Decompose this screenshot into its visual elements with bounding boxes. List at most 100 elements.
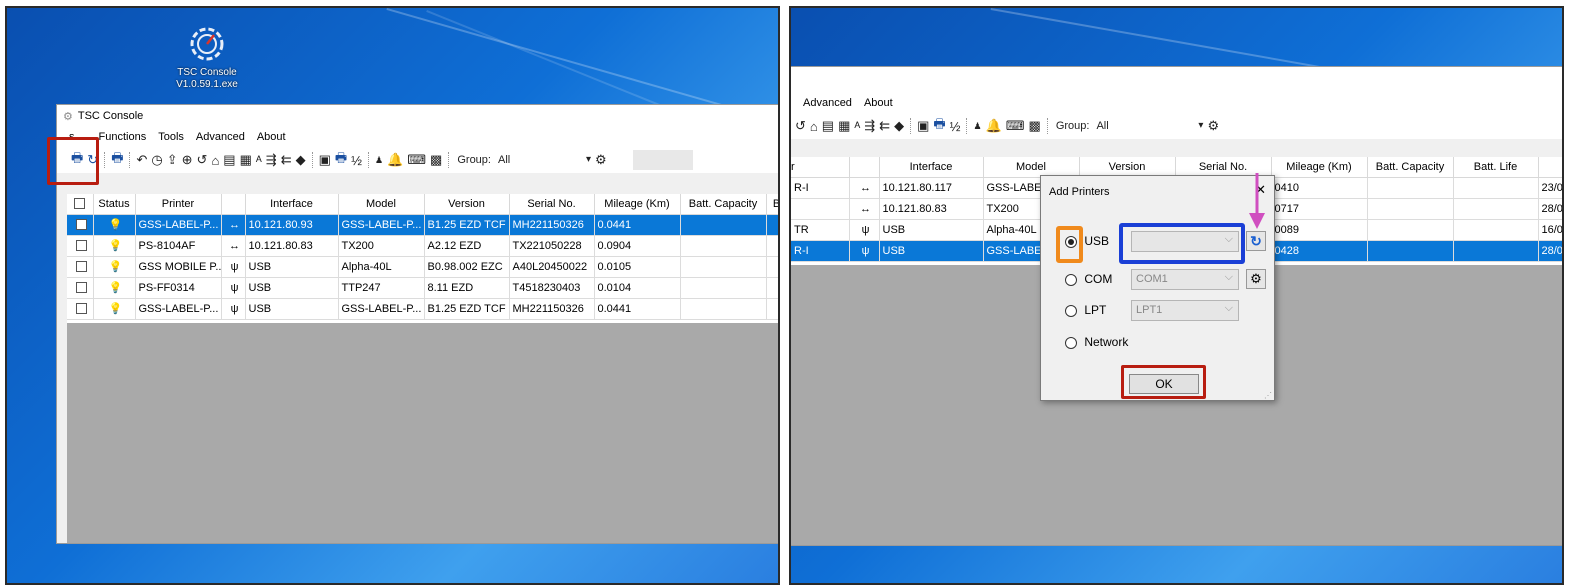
print-icon[interactable]: 🖶 bbox=[335, 149, 347, 171]
table-row[interactable]: 💡 PS-FF0314 ψ USB TTP247 8.11 EZD T45182… bbox=[67, 277, 778, 299]
usb-interface-icon: ψ bbox=[221, 298, 246, 320]
outdent-icon[interactable]: ⇇ bbox=[879, 118, 890, 134]
menu-item-tools[interactable]: Tools bbox=[158, 131, 184, 143]
refresh-ports-button[interactable]: ↻ bbox=[1246, 231, 1266, 251]
terminal-icon[interactable]: ▣ bbox=[319, 152, 331, 168]
empty-list-area bbox=[67, 323, 778, 543]
font-icon[interactable]: ᴬ bbox=[854, 119, 860, 134]
select-all-checkbox[interactable] bbox=[67, 194, 94, 215]
column-header-truncated[interactable]: B bbox=[766, 194, 778, 215]
bell-icon[interactable]: 🔔 bbox=[986, 118, 1002, 134]
font-icon[interactable]: ᴬ bbox=[256, 153, 262, 168]
rotate-icon[interactable]: ↺ bbox=[795, 118, 806, 134]
column-header-printer[interactable]: Printer bbox=[135, 194, 222, 215]
printer-settings-icon[interactable]: 🖶 bbox=[111, 149, 123, 171]
tsc-console-window: ⚙ TSC Console s Functions Tools Advanced… bbox=[56, 104, 778, 544]
column-header-interface-icon[interactable] bbox=[849, 157, 880, 178]
column-header-extra[interactable] bbox=[1538, 157, 1562, 178]
column-header-truncated[interactable]: r bbox=[791, 157, 850, 178]
chip-icon[interactable]: ▩ bbox=[1029, 118, 1041, 134]
row-checkbox[interactable] bbox=[67, 214, 94, 236]
document-icon[interactable]: ▤ bbox=[223, 152, 235, 168]
network-radio[interactable] bbox=[1065, 336, 1077, 349]
row-checkbox[interactable] bbox=[67, 298, 94, 320]
undo-icon[interactable]: ↶ bbox=[136, 152, 147, 168]
menu-item-about[interactable]: About bbox=[257, 131, 286, 143]
column-header-version[interactable]: Version bbox=[1079, 157, 1176, 178]
lpt-radio[interactable] bbox=[1065, 304, 1077, 317]
home-icon[interactable]: ⌂ bbox=[211, 153, 219, 168]
column-header-batt-capacity[interactable]: Batt. Capacity bbox=[1367, 157, 1454, 178]
menu-item-advanced[interactable]: Advanced bbox=[803, 97, 852, 109]
fraction-icon[interactable]: ½ bbox=[351, 153, 362, 168]
menu-item-functions[interactable]: Functions bbox=[99, 131, 147, 143]
column-header-model[interactable]: Model bbox=[983, 157, 1080, 178]
column-header-interface[interactable]: Interface bbox=[245, 194, 339, 215]
toolbar-separator bbox=[966, 118, 968, 134]
usb-radio-label: USB bbox=[1084, 234, 1110, 248]
fraction-icon[interactable]: ½ bbox=[950, 119, 961, 134]
group-select[interactable]: All bbox=[1093, 117, 1205, 135]
column-header-model[interactable]: Model bbox=[338, 194, 425, 215]
diamond-icon[interactable]: ◆ bbox=[894, 118, 904, 134]
column-header-status[interactable]: Status bbox=[93, 194, 136, 215]
column-header-batt-life[interactable]: Batt. Life bbox=[1453, 157, 1539, 178]
column-header-serial[interactable]: Serial No. bbox=[509, 194, 595, 215]
gear-icon: ⚙ bbox=[1250, 271, 1262, 286]
print-icon[interactable]: 🖶 bbox=[933, 115, 945, 137]
indent-icon[interactable]: ⇶ bbox=[864, 118, 875, 134]
table-row[interactable]: 💡 GSS MOBILE P... ψ USB Alpha-40L B0.98.… bbox=[67, 256, 778, 278]
person-icon[interactable]: ♟ bbox=[973, 121, 981, 132]
keyboard-icon[interactable]: ⌨ bbox=[407, 152, 426, 168]
document-icon[interactable]: ▤ bbox=[822, 118, 834, 134]
crosshair-icon[interactable]: ⊕ bbox=[182, 152, 193, 168]
cell-version: B0.98.002 EZC bbox=[424, 256, 510, 278]
indent-icon[interactable]: ⇶ bbox=[266, 152, 277, 168]
com-port-select[interactable]: COM1 bbox=[1131, 268, 1239, 290]
lpt-port-select[interactable]: LPT1 bbox=[1131, 299, 1239, 321]
list-icon[interactable]: ▦ bbox=[838, 118, 850, 134]
column-header-version[interactable]: Version bbox=[424, 194, 510, 215]
keyboard-icon[interactable]: ⌨ bbox=[1006, 118, 1025, 134]
cell-interface: USB bbox=[879, 219, 984, 241]
terminal-icon[interactable]: ▣ bbox=[917, 118, 929, 134]
diamond-icon[interactable]: ◆ bbox=[296, 152, 306, 168]
table-row[interactable]: 💡 GSS-LABEL-P... ↔ 10.121.80.93 GSS-LABE… bbox=[67, 214, 778, 236]
cell-version: A2.12 EZD bbox=[424, 235, 510, 257]
upload-icon[interactable]: ⇪ bbox=[167, 152, 178, 168]
lpt-radio-option[interactable]: LPT bbox=[1065, 303, 1106, 317]
group-select[interactable]: All bbox=[495, 151, 593, 169]
row-checkbox[interactable] bbox=[67, 256, 94, 278]
chip-icon[interactable]: ▩ bbox=[430, 152, 442, 168]
bell-icon[interactable]: 🔔 bbox=[387, 152, 403, 168]
group-settings-gear-icon[interactable]: ⚙ bbox=[595, 152, 607, 168]
menu-item-about[interactable]: About bbox=[864, 97, 893, 109]
desktop-icon-tsc-console[interactable]: TSC Console V1.0.59.1.exe bbox=[157, 24, 257, 91]
printer-list-area: Status Printer Interface Model Version S… bbox=[67, 194, 778, 543]
com-settings-button[interactable]: ⚙ bbox=[1246, 269, 1266, 289]
column-header-mileage[interactable]: Mileage (Km) bbox=[594, 194, 681, 215]
column-header-interface[interactable]: Interface bbox=[879, 157, 984, 178]
cell-mileage: 0089 bbox=[1271, 219, 1368, 241]
list-icon[interactable]: ▦ bbox=[240, 152, 252, 168]
column-header-batt-capacity[interactable]: Batt. Capacity bbox=[680, 194, 767, 215]
rotate-icon[interactable]: ↺ bbox=[197, 152, 208, 168]
table-row[interactable]: 💡 GSS-LABEL-P... ψ USB GSS-LABEL-P... B1… bbox=[67, 298, 778, 320]
table-row[interactable]: 💡 PS-8104AF ↔ 10.121.80.83 TX200 A2.12 E… bbox=[67, 235, 778, 257]
row-checkbox[interactable] bbox=[67, 235, 94, 257]
cell-version: B1.25 EZD TCF bbox=[424, 298, 510, 320]
person-icon[interactable]: ♟ bbox=[375, 155, 383, 166]
column-header-interface-icon[interactable] bbox=[221, 194, 246, 215]
column-header-mileage[interactable]: Mileage (Km) bbox=[1271, 157, 1368, 178]
row-checkbox[interactable] bbox=[67, 277, 94, 299]
home-icon[interactable]: ⌂ bbox=[810, 119, 818, 134]
cell-batt-capacity bbox=[1367, 198, 1454, 220]
clock-icon[interactable]: ◷ bbox=[151, 152, 162, 168]
com-radio-option[interactable]: COM bbox=[1065, 272, 1112, 286]
group-settings-gear-icon[interactable]: ⚙ bbox=[1207, 118, 1219, 134]
outdent-icon[interactable]: ⇇ bbox=[281, 152, 292, 168]
network-radio-option[interactable]: Network bbox=[1065, 335, 1128, 349]
menu-item-advanced[interactable]: Advanced bbox=[196, 131, 245, 143]
com-radio[interactable] bbox=[1065, 273, 1077, 286]
status-bulb-icon: 💡 bbox=[93, 298, 136, 320]
